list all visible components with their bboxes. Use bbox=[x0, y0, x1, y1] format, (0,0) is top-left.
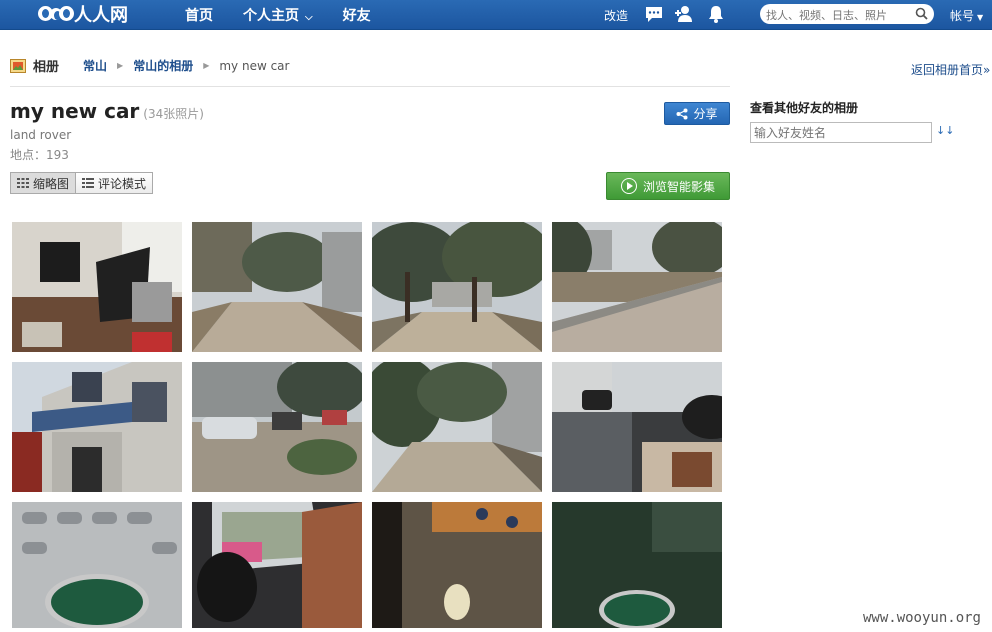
photo-image bbox=[192, 502, 362, 628]
logo-text: 人人网 bbox=[74, 5, 128, 26]
search-box[interactable] bbox=[760, 4, 934, 25]
photo-image bbox=[372, 222, 542, 352]
breadcrumb-user[interactable]: 常山 bbox=[83, 57, 107, 74]
play-icon bbox=[620, 178, 637, 194]
photo-image bbox=[12, 222, 182, 352]
photo-road-trees[interactable] bbox=[372, 362, 542, 492]
photo-count: (34张照片) bbox=[143, 107, 204, 121]
nav-gaizao[interactable]: 改造 bbox=[604, 7, 628, 24]
photo-courtyard-road[interactable] bbox=[192, 222, 362, 352]
top-navbar: 人人网 首页 个人主页 ⌵ 好友 改造 帐号▼ bbox=[0, 0, 992, 30]
breadcrumb-separator-icon: ▶ bbox=[203, 61, 210, 70]
photo-car-seat[interactable] bbox=[192, 502, 362, 632]
sidebar-title: 查看其他好友的相册 bbox=[750, 101, 859, 115]
nav-profile-label: 个人主页 bbox=[243, 7, 299, 24]
breadcrumb-separator-icon: ▶ bbox=[117, 61, 124, 70]
breadcrumb-current: my new car bbox=[219, 58, 290, 73]
photo-floor-mat-3m[interactable] bbox=[372, 502, 542, 632]
photo-image bbox=[12, 362, 182, 492]
logo-icon bbox=[38, 4, 74, 24]
photo-image bbox=[12, 502, 182, 628]
add-friend-icon[interactable] bbox=[674, 4, 694, 24]
comment-mode-label: 评论模式 bbox=[98, 176, 147, 191]
message-icon[interactable] bbox=[644, 4, 664, 24]
album-location: 地点：193 bbox=[10, 148, 69, 162]
renren-logo[interactable]: 人人网 bbox=[38, 3, 128, 26]
breadcrumb-user-albums[interactable]: 常山的相册 bbox=[133, 57, 193, 74]
album-title: my new car bbox=[10, 99, 140, 123]
photo-parked-cars[interactable] bbox=[192, 362, 362, 492]
main-nav: 首页 个人主页 ⌵ 好友 bbox=[185, 0, 401, 29]
browse-slideshow-button[interactable]: 浏览智能影集 bbox=[606, 172, 730, 200]
photo-land-rover-badge[interactable] bbox=[552, 502, 722, 632]
divider bbox=[10, 86, 730, 87]
photo-image bbox=[192, 362, 362, 492]
photo-office-desk[interactable] bbox=[12, 222, 182, 352]
album-title-row: my new car (34张照片) bbox=[10, 99, 204, 123]
friend-name-input[interactable] bbox=[750, 122, 932, 143]
thumbnail-label: 缩略图 bbox=[33, 176, 70, 191]
back-to-albums-link[interactable]: 返回相册首页» bbox=[911, 61, 990, 78]
nav-home[interactable]: 首页 bbox=[185, 5, 213, 25]
share-label: 分享 bbox=[693, 107, 718, 121]
album-description: land rover bbox=[10, 128, 72, 142]
share-button[interactable]: 分享 bbox=[664, 102, 730, 125]
breadcrumb: 相册 常山 ▶ 常山的相册 ▶ my new car bbox=[10, 56, 289, 75]
photo-image bbox=[192, 222, 362, 352]
chevron-down-icon: ▼ bbox=[977, 13, 984, 22]
view-mode-toggle: 缩略图 评论模式 bbox=[10, 172, 154, 194]
photo-tree-lined-road[interactable] bbox=[372, 222, 542, 352]
nav-friends[interactable]: 好友 bbox=[343, 5, 371, 25]
photo-image bbox=[372, 502, 542, 628]
account-label: 帐号 bbox=[950, 9, 975, 23]
photo-image bbox=[552, 222, 722, 352]
photo-image bbox=[372, 362, 542, 492]
photo-building-entrance[interactable] bbox=[12, 362, 182, 492]
photo-car-door-interior[interactable] bbox=[552, 362, 722, 492]
photo-parking-lot[interactable] bbox=[552, 222, 722, 352]
nav-profile[interactable]: 个人主页 ⌵ bbox=[243, 5, 313, 25]
comment-mode-button[interactable]: 评论模式 bbox=[76, 172, 154, 194]
grid-icon bbox=[17, 178, 29, 188]
bell-icon[interactable] bbox=[706, 4, 726, 24]
search-icon[interactable] bbox=[915, 7, 928, 20]
browse-label: 浏览智能影集 bbox=[642, 179, 715, 194]
photo-land-rover-grille[interactable] bbox=[12, 502, 182, 632]
photo-image bbox=[552, 502, 722, 628]
double-chevron-down-icon[interactable]: ↓↓ bbox=[936, 124, 954, 137]
album-icon bbox=[10, 58, 26, 73]
thumbnail-view-button[interactable]: 缩略图 bbox=[10, 172, 77, 194]
share-icon bbox=[676, 108, 688, 119]
search-input[interactable] bbox=[766, 6, 914, 25]
photo-image bbox=[552, 362, 722, 492]
account-menu[interactable]: 帐号 ▼ bbox=[950, 7, 983, 24]
chevron-down-icon: ⌵ bbox=[305, 11, 313, 23]
watermark: www.wooyun.org bbox=[852, 608, 992, 628]
list-icon bbox=[82, 178, 95, 188]
breadcrumb-root: 相册 bbox=[33, 60, 60, 75]
